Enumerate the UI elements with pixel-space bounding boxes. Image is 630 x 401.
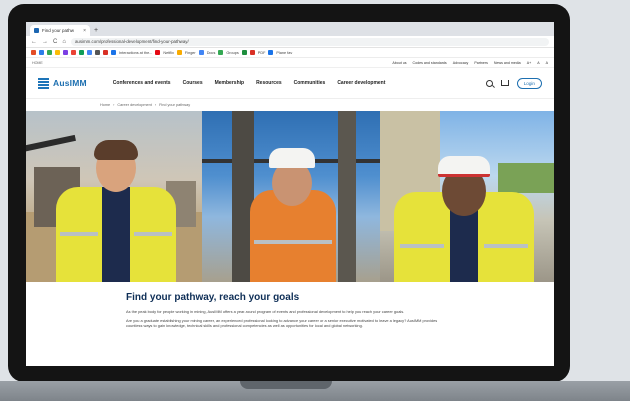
utility-link-codes[interactable]: Codes and standards <box>413 61 447 65</box>
ausimm-logo[interactable]: AusIMM <box>38 77 87 89</box>
bookmark-label[interactable]: Interactions at the... <box>119 51 152 55</box>
tab-title: Find your pathw <box>42 28 75 33</box>
hero-photo-woman-hardhat <box>202 111 380 282</box>
menu-item-resources[interactable]: Resources <box>256 80 282 86</box>
bookmark-label[interactable]: Docs <box>207 51 216 55</box>
new-tab-button[interactable]: + <box>94 26 98 36</box>
login-button[interactable]: Login <box>516 77 542 89</box>
main-menu: Conferences and events Courses Membershi… <box>113 80 386 86</box>
back-arrow-icon[interactable]: ← <box>31 39 37 45</box>
site-main-nav: AusIMM Conferences and events Courses Me… <box>26 68 554 99</box>
ausimm-logo-mark-icon <box>38 77 49 89</box>
bookmark-label[interactable]: PDF <box>258 51 266 55</box>
browser-address-bar: ← → C ⌂ ausimm.com/professional-developm… <box>26 36 554 48</box>
close-tab-icon[interactable]: × <box>83 28 86 34</box>
bookmark-icon[interactable] <box>63 50 68 55</box>
utility-link-about[interactable]: About us <box>392 61 406 65</box>
bookmark-icon[interactable] <box>268 50 274 55</box>
bookmark-icon[interactable] <box>103 50 108 55</box>
hero-image-strip <box>26 111 554 282</box>
menu-item-membership[interactable]: Membership <box>215 80 244 86</box>
bookmarks-bar: Interactions at the... Netflix Finger Docs G… <box>26 48 554 58</box>
laptop-base-notch <box>240 381 332 389</box>
utility-link-partners[interactable]: Partners <box>474 61 488 65</box>
menu-item-communities[interactable]: Communities <box>294 80 326 86</box>
bookmark-icon[interactable] <box>155 50 161 55</box>
bookmark-label[interactable]: Finger <box>185 51 196 55</box>
nav-actions: Login <box>485 77 542 89</box>
breadcrumb-career-development[interactable]: Career development <box>117 103 151 107</box>
bookmark-icon[interactable] <box>71 50 76 55</box>
bookmark-label[interactable]: Netflix <box>163 51 174 55</box>
bookmark-icon[interactable] <box>79 50 84 55</box>
menu-item-career-development[interactable]: Career development <box>337 80 385 86</box>
bookmark-icon[interactable] <box>39 50 44 55</box>
bookmark-icon[interactable] <box>87 50 92 55</box>
font-size-small-button[interactable]: A <box>546 61 548 65</box>
reload-icon[interactable]: C <box>53 39 57 45</box>
font-size-medium-button[interactable]: A <box>537 61 539 65</box>
url-field[interactable]: ausimm.com/professional-development/find… <box>70 37 549 46</box>
search-icon[interactable] <box>485 79 493 87</box>
bookmark-icon[interactable] <box>95 50 100 55</box>
intro-paragraph-2: Are you a graduate establishing your min… <box>126 318 438 329</box>
breadcrumb-current: Find your pathway <box>159 103 191 107</box>
font-size-large-button[interactable]: A+ <box>527 61 532 65</box>
utility-home-link[interactable]: HOME <box>32 61 43 65</box>
breadcrumb-separator: › <box>154 103 157 107</box>
bookmark-icon[interactable] <box>111 50 116 55</box>
breadcrumb-separator: › <box>113 103 115 107</box>
laptop-screen: Find your pathw × + ← → C ⌂ ausimm.com/p… <box>26 22 554 366</box>
breadcrumb: Home › Career development › Find your pa… <box>26 99 554 111</box>
bookmark-label[interactable]: Plane fav <box>276 51 292 55</box>
browser-tab-bar: Find your pathw × + <box>26 22 554 36</box>
home-icon[interactable]: ⌂ <box>62 39 66 45</box>
bookmark-label[interactable]: Groups <box>226 51 238 55</box>
bookmark-icon[interactable] <box>241 50 247 55</box>
logo-text: AusIMM <box>53 78 87 88</box>
hero-photo-woman-hi-vis <box>26 111 202 282</box>
breadcrumb-home[interactable]: Home <box>100 103 110 107</box>
site-favicon-icon <box>34 28 39 33</box>
menu-item-courses[interactable]: Courses <box>183 80 203 86</box>
browser-tab[interactable]: Find your pathw × <box>30 25 90 36</box>
cart-icon[interactable] <box>500 80 509 86</box>
menu-item-conferences[interactable]: Conferences and events <box>113 80 171 86</box>
bookmark-icon[interactable] <box>218 50 224 55</box>
utility-link-advocacy[interactable]: Advocacy <box>453 61 469 65</box>
bookmark-icon[interactable] <box>176 50 182 55</box>
bookmark-icon[interactable] <box>249 50 255 55</box>
bookmark-icon[interactable] <box>31 50 36 55</box>
bookmark-icon[interactable] <box>47 50 52 55</box>
intro-paragraph-1: As the peak body for people working in m… <box>126 309 405 314</box>
bookmark-icon[interactable] <box>198 50 204 55</box>
decorative-teal-arc <box>590 0 630 40</box>
forward-arrow-icon[interactable]: → <box>42 39 48 45</box>
page-title: Find your pathway, reach your goals <box>126 292 300 303</box>
intro-section: Find your pathway, reach your goals As t… <box>26 282 554 366</box>
utility-link-news[interactable]: News and media <box>494 61 521 65</box>
bookmark-icon[interactable] <box>55 50 60 55</box>
site-utility-bar: HOME About us Codes and standards Advoca… <box>26 58 554 68</box>
hero-photo-man-hardhat <box>380 111 554 282</box>
